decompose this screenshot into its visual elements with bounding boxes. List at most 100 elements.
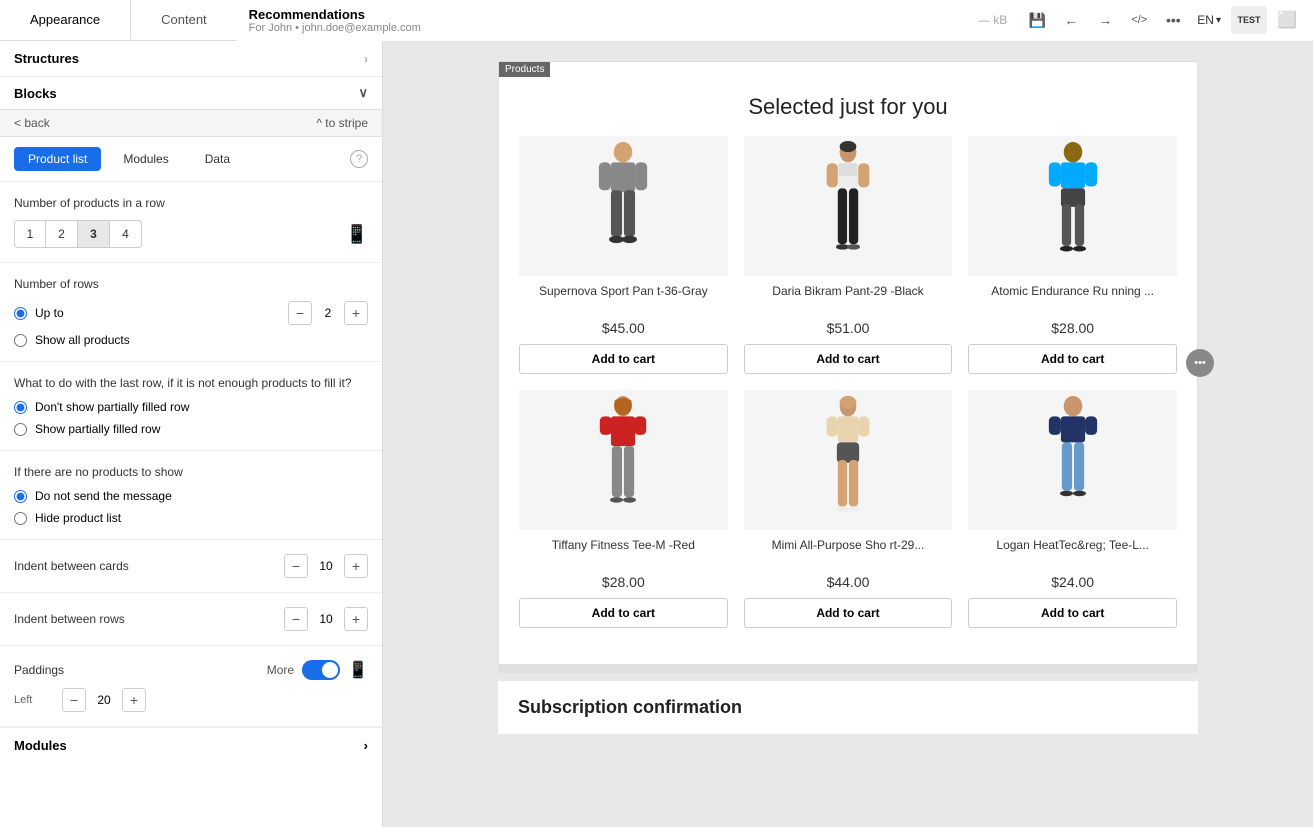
save-button[interactable]: 💾 [1023,6,1051,34]
product-card-1: Daria Bikram Pant-29 -Black $51.00 Add t… [744,136,953,374]
product-img-2 [968,136,1177,276]
email-canvas: Products Selected just for you [498,61,1198,734]
indent-cards-value: 10 [316,559,336,573]
products-in-row-selector: 1 2 3 4 [14,220,142,248]
back-bar: < back ^ to stripe [0,109,382,137]
tab-appearance[interactable]: Appearance [0,0,131,40]
test-button[interactable]: TEST [1231,6,1267,34]
padding-left-value: 20 [94,693,114,707]
up-to-radio[interactable] [14,307,27,320]
subscription-title: Subscription confirmation [518,697,1178,718]
tab-content[interactable]: Content [131,0,237,40]
product-price-2: $28.00 [968,320,1177,336]
indent-rows-increment-button[interactable]: + [344,607,368,631]
padding-left-label: Left [14,694,54,706]
indent-rows-stepper: − 10 + [284,607,368,631]
do-not-send-label: Do not send the message [35,489,172,503]
padding-left-increment-button[interactable]: + [122,688,146,712]
more-edge-button[interactable]: ••• [1186,349,1214,377]
do-not-send-option[interactable]: Do not send the message [14,489,368,503]
product-card-3: Tiffany Fitness Tee-M -Red $28.00 Add to… [519,390,728,628]
rows-increment-button[interactable]: + [344,301,368,325]
sub-tab-data[interactable]: Data [191,147,244,171]
product-name-3: Tiffany Fitness Tee-M -Red [519,538,728,568]
show-partially-label: Show partially filled row [35,422,160,436]
right-panel: Products Selected just for you [383,41,1313,827]
product-name-1: Daria Bikram Pant-29 -Black [744,284,953,314]
show-partially-radio[interactable] [14,423,27,436]
paddings-section: Paddings More 📱 Left − 20 + [0,646,382,727]
indent-rows-section: Indent between rows − 10 + [0,593,382,646]
modules-label: Modules [14,738,67,753]
num-btn-4[interactable]: 4 [110,220,142,248]
show-all-option[interactable]: Show all products [14,333,368,347]
products-heading: Selected just for you [519,94,1177,120]
num-btn-2[interactable]: 2 [46,220,78,248]
add-to-cart-2[interactable]: Add to cart [968,344,1177,374]
back-link[interactable]: < back [14,116,50,130]
structures-section: Structures › [0,41,382,77]
undo-button[interactable]: ← [1057,6,1085,34]
fullscreen-button[interactable]: ⬜ [1273,6,1301,34]
hide-product-list-option[interactable]: Hide product list [14,511,368,525]
products-in-row-section: Number of products in a row 1 2 3 4 📱 [0,182,382,263]
rows-decrement-button[interactable]: − [288,301,312,325]
last-row-label: What to do with the last row, if it is n… [14,376,368,390]
sub-tab-modules[interactable]: Modules [109,147,182,171]
paddings-toggle[interactable] [302,660,340,680]
hide-product-list-radio[interactable] [14,512,27,525]
product-name-5: Logan HeatTec&reg; Tee-L... [968,538,1177,568]
modules-chevron-icon[interactable]: › [364,738,368,753]
products-row-1: Supernova Sport Pan t-36-Gray $45.00 Add… [519,136,1177,374]
indent-cards-decrement-button[interactable]: − [284,554,308,578]
structures-label: Structures [14,51,79,66]
no-products-label: If there are no products to show [14,465,368,479]
language-selector[interactable]: EN ▾ [1193,11,1225,29]
sub-tab-product-list[interactable]: Product list [14,147,101,171]
product-card-2: Atomic Endurance Ru nning ... $28.00 Add… [968,136,1177,374]
product-price-0: $45.00 [519,320,728,336]
product-card-4: Mimi All-Purpose Sho rt-29... $44.00 Add… [744,390,953,628]
indent-cards-increment-button[interactable]: + [344,554,368,578]
num-btn-1[interactable]: 1 [14,220,46,248]
dont-show-partially-option[interactable]: Don't show partially filled row [14,400,368,414]
help-icon[interactable]: ? [350,150,368,168]
main-layout: Structures › Blocks ∨ < back ^ to stripe… [0,41,1313,827]
blocks-chevron-icon[interactable]: ∨ [358,85,368,101]
modules-footer: Modules › [0,727,382,763]
show-all-radio[interactable] [14,334,27,347]
product-img-5 [968,390,1177,530]
up-to-option[interactable]: Up to − 2 + [14,301,368,325]
indent-rows-decrement-button[interactable]: − [284,607,308,631]
show-partially-option[interactable]: Show partially filled row [14,422,368,436]
dont-show-radio[interactable] [14,401,27,414]
do-not-send-radio[interactable] [14,490,27,503]
product-img-3 [519,390,728,530]
number-of-rows-section: Number of rows Up to − 2 + Show all prod… [0,263,382,362]
indent-cards-section: Indent between cards − 10 + [0,540,382,593]
add-to-cart-3[interactable]: Add to cart [519,598,728,628]
product-name-2: Atomic Endurance Ru nning ... [968,284,1177,314]
more-button[interactable]: ••• [1159,6,1187,34]
add-to-cart-5[interactable]: Add to cart [968,598,1177,628]
mobile-icon[interactable]: 📱 [346,224,368,245]
dont-show-label: Don't show partially filled row [35,400,189,414]
add-to-cart-1[interactable]: Add to cart [744,344,953,374]
add-to-cart-0[interactable]: Add to cart [519,344,728,374]
to-stripe-link[interactable]: ^ to stripe [316,116,368,130]
redo-button[interactable]: → [1091,6,1119,34]
top-tabs: Appearance Content Recommendations For J… [0,0,1313,41]
up-to-label: Up to [35,306,64,320]
divider [498,665,1198,673]
product-name-4: Mimi All-Purpose Sho rt-29... [744,538,953,568]
num-btn-3[interactable]: 3 [78,220,110,248]
code-button[interactable]: </> [1125,6,1153,34]
product-img-4 [744,390,953,530]
blocks-label: Blocks [14,86,57,101]
file-size: — kB [978,13,1007,27]
show-all-label: Show all products [35,333,130,347]
add-to-cart-4[interactable]: Add to cart [744,598,953,628]
structures-chevron-icon[interactable]: › [364,52,368,66]
mobile-icon-paddings[interactable]: 📱 [348,660,368,680]
padding-left-decrement-button[interactable]: − [62,688,86,712]
